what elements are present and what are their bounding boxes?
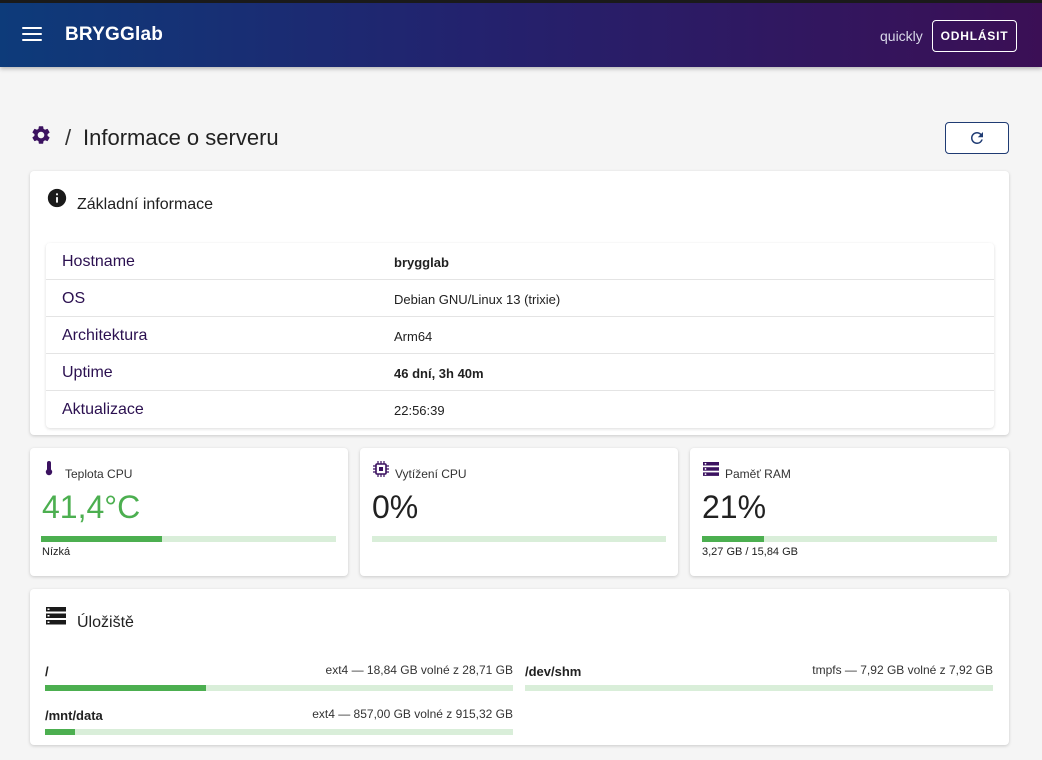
ram-value: 21%: [702, 489, 767, 525]
refresh-icon: [971, 132, 983, 144]
ram-bar: [702, 536, 997, 542]
info-value-os: Debian GNU/Linux 13 (trixie): [394, 292, 561, 307]
table-row: Hostname brygglab: [46, 243, 994, 280]
volume-detail: tmpfs — 7,92 GB volné z 7,92 GB: [812, 663, 993, 677]
cpu-temp-status: Nízká: [42, 546, 71, 558]
cpu-temp-bar: [41, 536, 336, 542]
table-row: OS Debian GNU/Linux 13 (trixie): [46, 280, 994, 317]
info-value-hostname: brygglab: [394, 255, 449, 270]
volume-mount: /: [45, 664, 49, 679]
cpu-load-label: Vytížení CPU: [395, 467, 467, 481]
storage-card: Úložiště / ext4 — 18,84 GB volné z 28,71…: [30, 589, 1009, 745]
info-key-uptime: Uptime: [62, 364, 113, 381]
volume-mount: /mnt/data: [45, 708, 103, 723]
info-key-architecture: Architektura: [62, 327, 148, 344]
info-key-os: OS: [62, 290, 86, 307]
ram-detail: 3,27 GB / 15,84 GB: [702, 546, 799, 558]
breadcrumb-separator: /: [65, 125, 72, 150]
refresh-button[interactable]: [945, 122, 1009, 154]
gear-icon: [32, 126, 50, 144]
page-title: Informace o serveru: [83, 125, 279, 150]
cpu-load-card: Vytížení CPU 0%: [360, 448, 678, 576]
user-name: quickly: [880, 28, 923, 44]
ram-label: Paměť RAM: [725, 467, 791, 481]
info-key-updated: Aktualizace: [62, 401, 144, 418]
volume-usage-bar-fill: [45, 729, 75, 735]
logout-button[interactable]: ODHLÁSIT: [932, 20, 1017, 52]
basic-info-title: Základní informace: [77, 196, 214, 213]
cpu-load-value: 0%: [372, 489, 419, 525]
cpu-temp-label: Teplota CPU: [65, 467, 133, 481]
menu-icon[interactable]: [22, 27, 42, 43]
cpu-temp-value: 41,4°C: [42, 489, 141, 525]
basic-info-card: Základní informace Hostname brygglab OS …: [30, 171, 1009, 435]
ram-card: Paměť RAM 21% 3,27 GB / 15,84 GB: [690, 448, 1009, 576]
volume-mount: /dev/shm: [525, 664, 582, 679]
info-value-uptime: 46 dní, 3h 40m: [394, 366, 484, 381]
table-row: Architektura Arm64: [46, 317, 994, 354]
cpu-chip-icon: [373, 461, 389, 477]
volume-detail: ext4 — 18,84 GB volné z 28,71 GB: [325, 663, 513, 677]
volume-usage-bar: [45, 729, 513, 735]
info-value-architecture: Arm64: [394, 329, 433, 344]
storage-icon: [46, 607, 66, 625]
table-row: Aktualizace 22:56:39: [46, 391, 994, 428]
page-header: / Informace o serveru: [30, 121, 1010, 157]
thermometer-icon: [45, 461, 53, 476]
ram-bar-fill: [702, 536, 764, 542]
volume-usage-bar: [45, 685, 513, 691]
app-title: BRYGGlab: [65, 24, 164, 45]
cpu-temp-bar-fill: [41, 536, 162, 542]
volume-detail: ext4 — 857,00 GB volné z 915,32 GB: [312, 707, 513, 721]
memory-icon: [703, 462, 719, 476]
volume-usage-bar-fill: [45, 685, 206, 691]
table-row: Uptime 46 dní, 3h 40m: [46, 354, 994, 391]
cpu-temp-card: Teplota CPU 41,4°C Nízká: [30, 448, 348, 576]
info-table: Hostname brygglab OS Debian GNU/Linux 13…: [46, 243, 994, 428]
volume-usage-bar: [525, 685, 993, 691]
info-key-hostname: Hostname: [62, 253, 135, 270]
app-bar: BRYGGlab quickly ODHLÁSIT: [0, 0, 1042, 67]
info-value-updated: 22:56:39: [394, 403, 445, 418]
cpu-load-bar: [372, 536, 666, 542]
storage-title: Úložiště: [77, 614, 134, 631]
info-icon: [47, 188, 67, 208]
